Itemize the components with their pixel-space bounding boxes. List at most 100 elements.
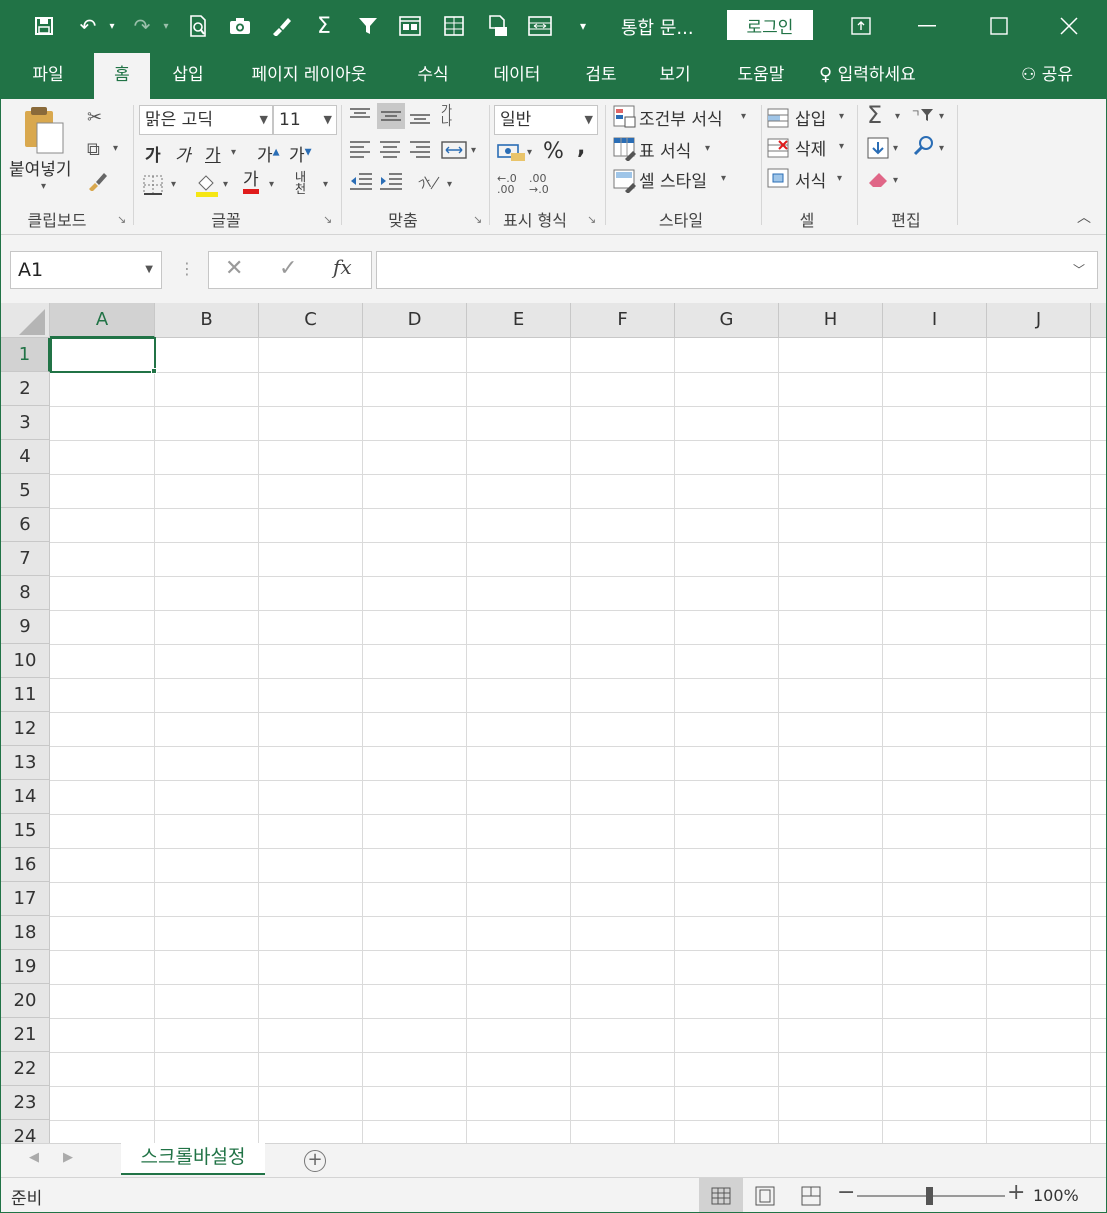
format-button[interactable]: 서식 <box>795 167 826 192</box>
tab-view[interactable]: 보기 <box>647 53 703 99</box>
align-bottom-icon[interactable] <box>409 107 431 132</box>
freeze-panes-icon[interactable] <box>525 11 555 41</box>
cell-styles-icon[interactable] <box>613 169 637 198</box>
comma-style-button[interactable]: , <box>577 135 585 160</box>
tab-review[interactable]: 검토 <box>573 53 629 99</box>
camera-icon[interactable] <box>225 11 255 41</box>
fill-color-dropdown-icon[interactable]: ▾ <box>223 179 228 190</box>
clear-dropdown-icon[interactable]: ▾ <box>893 175 898 186</box>
row-header-3[interactable]: 3 <box>1 406 50 440</box>
format-as-table-button[interactable]: 표 서식 <box>639 137 691 162</box>
column-header-h[interactable]: H <box>779 303 883 338</box>
font-color-button[interactable]: 가 <box>243 171 259 194</box>
italic-button[interactable]: 가 <box>175 141 191 166</box>
insert-function-icon[interactable]: fx <box>333 255 352 279</box>
accounting-format-icon[interactable] <box>497 141 527 168</box>
tab-help[interactable]: 도움말 <box>723 53 799 99</box>
form-icon[interactable] <box>395 11 425 41</box>
row-header-10[interactable]: 10 <box>1 644 50 678</box>
cell-styles-button[interactable]: 셀 스타일 <box>639 167 707 192</box>
cut-icon[interactable]: ✂ <box>87 107 102 128</box>
worksheet-grid[interactable]: A B C D E F G H I J 1 2 3 4 5 6 7 8 9 10… <box>1 303 1106 1143</box>
paste-dropdown-icon[interactable]: ▾ <box>41 181 46 192</box>
grow-font-button[interactable]: 가▲ <box>257 141 280 166</box>
copy-icon[interactable]: ⧉ <box>87 139 100 160</box>
zoom-out-icon[interactable]: − <box>837 1180 855 1205</box>
row-header-23[interactable]: 23 <box>1 1086 50 1120</box>
enter-icon[interactable]: ✓ <box>279 256 297 281</box>
fill-dropdown-icon[interactable]: ▾ <box>893 143 898 154</box>
cell-styles-dropdown-icon[interactable]: ▾ <box>721 173 726 184</box>
number-launcher-icon[interactable]: ↘ <box>587 213 596 226</box>
row-header-12[interactable]: 12 <box>1 712 50 746</box>
find-select-icon[interactable] <box>913 135 935 162</box>
tab-formulas[interactable]: 수식 <box>405 53 461 99</box>
row-header-17[interactable]: 17 <box>1 882 50 916</box>
bold-button[interactable]: 가 <box>145 141 161 166</box>
tab-home[interactable]: 홈 <box>94 53 150 99</box>
font-color-dropdown-icon[interactable]: ▾ <box>269 179 274 190</box>
drag-handle-icon[interactable]: ⋮ <box>179 259 195 278</box>
conditional-formatting-icon[interactable] <box>613 105 637 134</box>
cancel-icon[interactable]: ✕ <box>225 256 243 281</box>
orientation-icon[interactable]: 가나 <box>441 104 467 127</box>
column-header-f[interactable]: F <box>571 303 675 338</box>
row-header-1[interactable]: 1 <box>1 338 50 372</box>
column-header-a[interactable]: A <box>50 303 155 338</box>
row-header-20[interactable]: 20 <box>1 984 50 1018</box>
underline-dropdown-icon[interactable]: ▾ <box>231 147 236 158</box>
row-header-14[interactable]: 14 <box>1 780 50 814</box>
paste-label[interactable]: 붙여넣기 <box>9 155 72 180</box>
row-header-19[interactable]: 19 <box>1 950 50 984</box>
align-middle-icon[interactable] <box>377 103 405 129</box>
column-header-partial[interactable] <box>1091 303 1106 338</box>
shrink-font-button[interactable]: 가▼ <box>289 141 312 166</box>
autosum-icon[interactable]: Σ <box>867 101 882 129</box>
sheet-tab[interactable]: 스크롤바설정 <box>121 1143 265 1175</box>
ribbon-display-options-icon[interactable] <box>841 11 881 41</box>
customize-qat-icon[interactable]: ▾ <box>573 11 593 41</box>
insert-button[interactable]: 삽입 <box>795 105 826 130</box>
redo-dropdown-icon[interactable]: ▾ <box>159 11 173 41</box>
font-name-select[interactable]: 맑은 고딕 ▼ <box>139 105 273 135</box>
row-header-13[interactable]: 13 <box>1 746 50 780</box>
new-sheet-icon[interactable]: + <box>304 1150 326 1172</box>
sort-filter-dropdown-icon[interactable]: ▾ <box>939 111 944 122</box>
row-header-22[interactable]: 22 <box>1 1052 50 1086</box>
clipboard-launcher-icon[interactable]: ↘ <box>117 213 126 226</box>
accounting-dropdown-icon[interactable]: ▾ <box>527 147 532 158</box>
autosum-qat-icon[interactable]: Σ <box>309 11 339 41</box>
align-left-icon[interactable] <box>349 139 371 166</box>
maximize-icon[interactable] <box>979 11 1019 41</box>
scroll-tabs-right-icon[interactable]: ▶ <box>63 1150 73 1165</box>
format-painter-qat-icon[interactable] <box>267 11 297 41</box>
share-button[interactable]: ⚇ 공유 <box>1007 53 1087 99</box>
merge-dropdown-icon[interactable]: ▾ <box>471 145 476 156</box>
borders-icon[interactable] <box>143 175 163 200</box>
row-header-8[interactable]: 8 <box>1 576 50 610</box>
borders-dropdown-icon[interactable]: ▾ <box>171 179 176 190</box>
expand-formula-bar-icon[interactable]: ﹀ <box>1073 261 1085 278</box>
format-painter-icon[interactable] <box>87 171 109 196</box>
chevron-down-icon[interactable]: ▼ <box>145 252 153 288</box>
row-header-7[interactable]: 7 <box>1 542 50 576</box>
print-preview-icon[interactable] <box>183 11 213 41</box>
wrap-text-icon[interactable]: 가 <box>417 171 443 198</box>
find-select-dropdown-icon[interactable]: ▾ <box>939 143 944 154</box>
normal-view-icon[interactable] <box>699 1178 743 1212</box>
column-header-g[interactable]: G <box>675 303 779 338</box>
row-header-5[interactable]: 5 <box>1 474 50 508</box>
phonetic-dropdown-icon[interactable]: ▾ <box>323 179 328 190</box>
tab-insert[interactable]: 삽입 <box>161 53 215 99</box>
clear-icon[interactable] <box>867 169 891 194</box>
column-header-c[interactable]: C <box>259 303 363 338</box>
format-cells-icon[interactable] <box>767 167 791 194</box>
zoom-in-icon[interactable]: + <box>1007 1180 1025 1205</box>
font-size-select[interactable]: 11 ▼ <box>273 105 337 135</box>
minimize-icon[interactable] <box>907 11 947 41</box>
wrap-dropdown-icon[interactable]: ▾ <box>447 179 452 190</box>
delete-cells-icon[interactable] <box>767 137 791 164</box>
column-header-e[interactable]: E <box>467 303 571 338</box>
page-layout-view-icon[interactable] <box>755 1186 775 1210</box>
tab-data[interactable]: 데이터 <box>481 53 553 99</box>
